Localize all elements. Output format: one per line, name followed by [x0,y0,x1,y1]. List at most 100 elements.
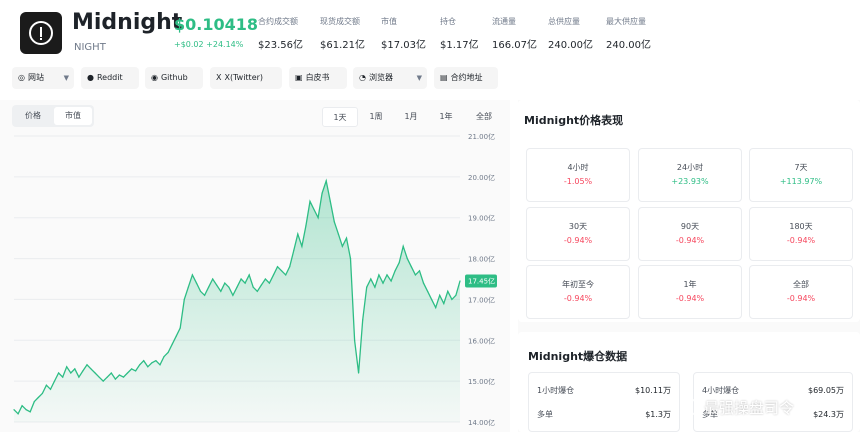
data-point [86,364,88,366]
perf-value: +23.93% [671,177,709,186]
y-tick-label: 19.00亿 [468,214,495,223]
y-tick-label: 17.00亿 [468,295,495,304]
tab-price[interactable]: 价格 [14,107,52,125]
data-point [29,411,31,413]
tab-market-cap[interactable]: 市值 [54,107,92,125]
data-point [163,356,165,358]
data-point [285,274,287,276]
perf-cell-180d: 180天 -0.94% [749,207,853,261]
coin-price: $0.10418 [174,15,259,34]
explorer-link[interactable]: ◔ 浏览器 ▼ [353,67,427,89]
data-point [264,278,266,280]
data-point [58,372,60,374]
data-point [17,413,19,415]
stat-max-supply: 最大供应量 240.00亿 [606,16,651,51]
data-point [155,360,157,362]
perf-cell-7d: 7天 +113.97% [749,148,853,202]
data-point [455,294,457,296]
document-icon: ▣ [295,73,303,82]
github-link[interactable]: ◉ Github [145,67,203,89]
data-point [349,258,352,260]
link-label: Reddit [96,73,123,82]
range-1d[interactable]: 1天 [322,107,358,127]
liquidation-title: Midnight爆仓数据 [528,350,628,363]
data-point [386,274,388,276]
data-point [293,249,295,251]
liq-value: $10.11万 [635,386,671,395]
data-point [244,282,246,284]
liq-sub-value: $1.3万 [645,410,671,419]
stat-value: 166.07亿 [492,40,537,51]
data-point [37,396,39,399]
twitter-link[interactable]: X X(Twitter) [210,67,282,89]
data-point [459,280,461,282]
data-point [232,294,234,296]
stat-value: $23.56亿 [258,40,303,51]
performance-title: Midnight价格表现 [524,114,624,127]
data-point [281,270,283,272]
data-point [25,409,27,411]
data-point [272,274,275,276]
stat-value: 240.00亿 [548,40,593,51]
whitepaper-link[interactable]: ▣ 白皮书 [289,67,347,89]
data-point [139,364,141,366]
globe-icon: ◎ [18,73,25,82]
perf-label: 1年 [683,280,697,289]
y-tick-label: 14.00亿 [468,418,495,427]
website-link[interactable]: ◎ 网站 ▼ [12,67,74,89]
link-label: X(Twitter) [224,73,264,82]
range-all[interactable]: 全部 [466,107,502,127]
data-point [70,372,72,374]
chevron-down-icon[interactable]: ▼ [417,67,422,89]
data-point [394,270,396,272]
perf-cell-24h: 24小时 +23.93% [638,148,742,202]
data-point [74,368,76,370]
data-point [131,368,133,370]
range-1y[interactable]: 1年 [430,107,462,127]
data-point [276,266,279,268]
data-point [418,270,421,272]
data-point [252,286,254,288]
data-point [114,378,116,380]
perf-value: -0.94% [563,294,593,303]
data-point [45,384,48,386]
coin-overview-page: Midnight NIGHT $0.10418 +$0.02 +24.14% 合… [0,0,860,432]
range-1m[interactable]: 1月 [395,107,427,127]
data-point [305,225,307,227]
link-label: 合约地址 [450,73,483,82]
data-point [382,282,384,284]
perf-label: 7天 [794,163,808,172]
data-point [102,380,104,382]
reddit-link[interactable]: ● Reddit [81,67,139,89]
link-label: 白皮书 [305,73,330,82]
data-point [151,362,153,364]
y-tick-label: 18.00亿 [468,255,495,264]
midnight-logo-icon [20,12,62,54]
data-point [256,290,258,292]
data-point [220,290,222,292]
stat-circulating-supply: 流通量 166.07亿 [492,16,537,51]
perf-value: -0.94% [563,236,593,245]
x-icon: X [216,73,222,82]
data-point [41,392,44,394]
data-point [362,319,364,321]
data-point [122,376,125,378]
perf-value: +113.97% [779,177,823,186]
data-point [297,233,299,235]
chevron-down-icon[interactable]: ▼ [64,67,69,89]
data-point [414,274,416,276]
data-point [443,302,445,305]
liq-row: 多单 $1.3万 [537,409,671,420]
contract-address-link[interactable]: ▤ 合约地址 [434,67,498,89]
stat-value: $1.17亿 [440,40,479,51]
chart-type-toggle: 价格 市值 [12,105,94,127]
data-point [53,380,56,382]
data-point [183,298,185,300]
data-point [321,192,323,194]
data-point [313,208,315,211]
data-point [179,327,181,329]
stat-market-cap: 市值 $17.03亿 [381,16,426,51]
perf-label: 180天 [789,222,813,231]
range-1w[interactable]: 1周 [360,107,392,127]
perf-cell-ytd: 年初至今 -0.94% [526,265,630,319]
